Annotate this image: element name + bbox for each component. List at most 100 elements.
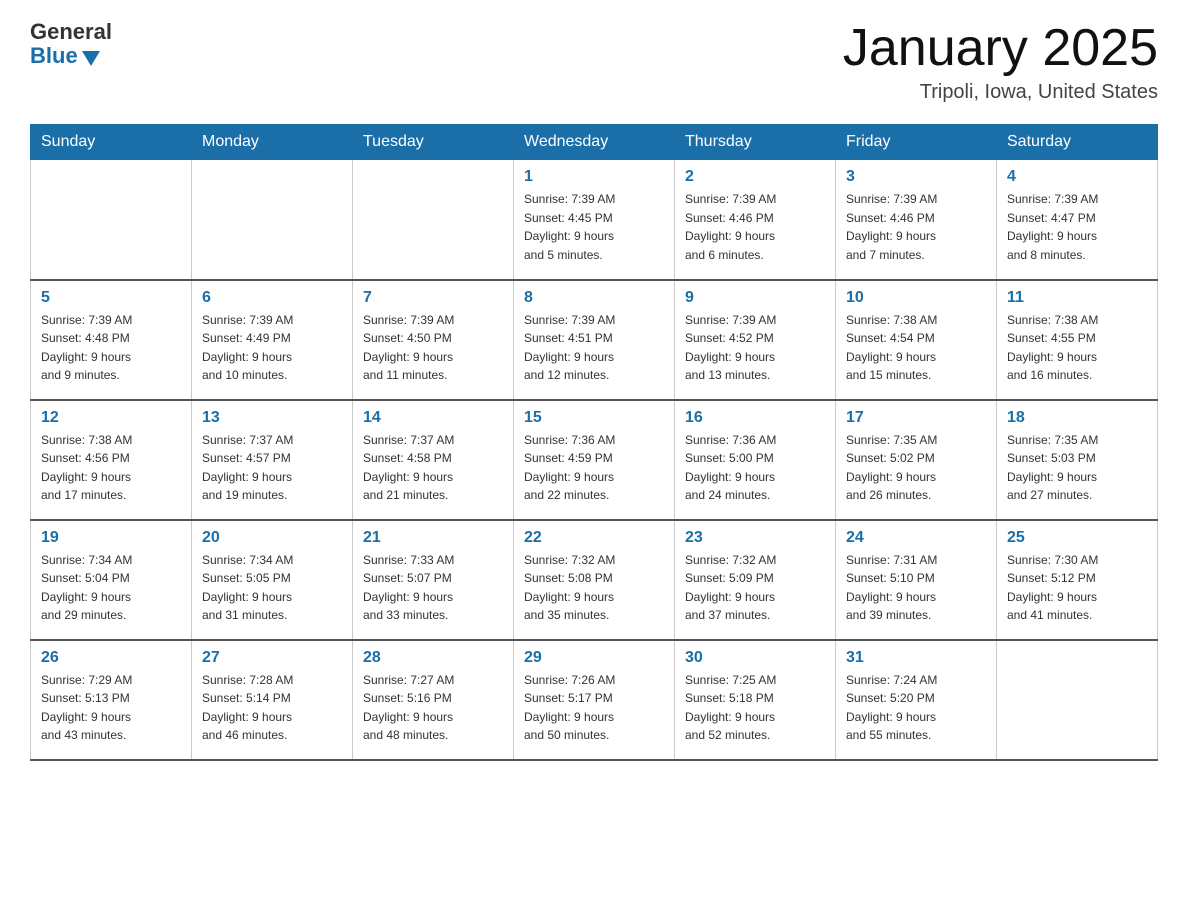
day-info: Sunrise: 7:39 AM Sunset: 4:46 PM Dayligh…: [846, 190, 986, 264]
day-info: Sunrise: 7:37 AM Sunset: 4:58 PM Dayligh…: [363, 431, 503, 505]
day-number: 14: [363, 409, 503, 427]
day-info: Sunrise: 7:30 AM Sunset: 5:12 PM Dayligh…: [1007, 551, 1147, 625]
weekday-header-sunday: Sunday: [31, 125, 192, 160]
calendar-cell: 7Sunrise: 7:39 AM Sunset: 4:50 PM Daylig…: [353, 280, 514, 400]
day-info: Sunrise: 7:39 AM Sunset: 4:45 PM Dayligh…: [524, 190, 664, 264]
day-number: 5: [41, 289, 181, 307]
day-number: 24: [846, 529, 986, 547]
day-info: Sunrise: 7:31 AM Sunset: 5:10 PM Dayligh…: [846, 551, 986, 625]
day-info: Sunrise: 7:34 AM Sunset: 5:04 PM Dayligh…: [41, 551, 181, 625]
calendar-cell: 1Sunrise: 7:39 AM Sunset: 4:45 PM Daylig…: [514, 160, 675, 280]
day-number: 19: [41, 529, 181, 547]
calendar-cell: 19 Sunrise: 7:34 AM Sunset: 5:04 PM Dayli…: [31, 520, 192, 640]
day-info: Sunrise: 7:38 AM Sunset: 4:56 PM Dayligh…: [41, 431, 181, 505]
weekday-header-wednesday: Wednesday: [514, 125, 675, 160]
day-number: 27: [202, 649, 342, 667]
page-header: General Blue January 2025 Tripoli, Iowa,…: [30, 20, 1158, 104]
day-info: Sunrise: 7:37 AM Sunset: 4:57 PM Dayligh…: [202, 431, 342, 505]
day-info: Sunrise: 7:39 AM Sunset: 4:48 PM Dayligh…: [41, 311, 181, 385]
day-number: 26: [41, 649, 181, 667]
day-number: 3: [846, 168, 986, 186]
day-number: 18: [1007, 409, 1147, 427]
calendar-week-row: 19 Sunrise: 7:34 AM Sunset: 5:04 PM Dayli…: [31, 520, 1158, 640]
day-info: Sunrise: 7:39 AM Sunset: 4:51 PM Dayligh…: [524, 311, 664, 385]
calendar-cell: 16 Sunrise: 7:36 AM Sunset: 5:00 PM Dayli…: [675, 400, 836, 520]
weekday-header-tuesday: Tuesday: [353, 125, 514, 160]
calendar-cell: 21Sunrise: 7:33 AM Sunset: 5:07 PM Dayli…: [353, 520, 514, 640]
calendar-week-row: 12 Sunrise: 7:38 AM Sunset: 4:56 PM Dayli…: [31, 400, 1158, 520]
day-number: 10: [846, 289, 986, 307]
calendar-cell: 28Sunrise: 7:27 AM Sunset: 5:16 PM Dayli…: [353, 640, 514, 760]
calendar-cell: 31 Sunrise: 7:24 AM Sunset: 5:20 PM Dayli…: [836, 640, 997, 760]
day-number: 7: [363, 289, 503, 307]
day-number: 23: [685, 529, 825, 547]
day-number: 11: [1007, 289, 1147, 307]
weekday-header-saturday: Saturday: [997, 125, 1158, 160]
day-number: 4: [1007, 168, 1147, 186]
day-number: 2: [685, 168, 825, 186]
day-info: Sunrise: 7:24 AM Sunset: 5:20 PM Dayligh…: [846, 671, 986, 745]
calendar-cell: 13 Sunrise: 7:37 AM Sunset: 4:57 PM Dayli…: [192, 400, 353, 520]
location: Tripoli, Iowa, United States: [843, 81, 1158, 104]
calendar-week-row: 26 Sunrise: 7:29 AM Sunset: 5:13 PM Dayli…: [31, 640, 1158, 760]
calendar-cell: 18 Sunrise: 7:35 AM Sunset: 5:03 PM Dayli…: [997, 400, 1158, 520]
calendar-cell: 5 Sunrise: 7:39 AM Sunset: 4:48 PM Daylig…: [31, 280, 192, 400]
day-info: Sunrise: 7:39 AM Sunset: 4:52 PM Dayligh…: [685, 311, 825, 385]
day-info: Sunrise: 7:36 AM Sunset: 4:59 PM Dayligh…: [524, 431, 664, 505]
calendar-header-row: SundayMondayTuesdayWednesdayThursdayFrid…: [31, 125, 1158, 160]
day-info: Sunrise: 7:32 AM Sunset: 5:08 PM Dayligh…: [524, 551, 664, 625]
calendar-cell: 14 Sunrise: 7:37 AM Sunset: 4:58 PM Dayli…: [353, 400, 514, 520]
calendar-week-row: 5 Sunrise: 7:39 AM Sunset: 4:48 PM Daylig…: [31, 280, 1158, 400]
day-info: Sunrise: 7:34 AM Sunset: 5:05 PM Dayligh…: [202, 551, 342, 625]
day-info: Sunrise: 7:38 AM Sunset: 4:54 PM Dayligh…: [846, 311, 986, 385]
day-info: Sunrise: 7:35 AM Sunset: 5:03 PM Dayligh…: [1007, 431, 1147, 505]
day-number: 6: [202, 289, 342, 307]
day-info: Sunrise: 7:36 AM Sunset: 5:00 PM Dayligh…: [685, 431, 825, 505]
calendar-table: SundayMondayTuesdayWednesdayThursdayFrid…: [30, 124, 1158, 761]
day-number: 12: [41, 409, 181, 427]
calendar-cell: 15Sunrise: 7:36 AM Sunset: 4:59 PM Dayli…: [514, 400, 675, 520]
calendar-cell: 8Sunrise: 7:39 AM Sunset: 4:51 PM Daylig…: [514, 280, 675, 400]
calendar-cell: 6 Sunrise: 7:39 AM Sunset: 4:49 PM Daylig…: [192, 280, 353, 400]
calendar-cell: 10 Sunrise: 7:38 AM Sunset: 4:54 PM Dayli…: [836, 280, 997, 400]
day-info: Sunrise: 7:29 AM Sunset: 5:13 PM Dayligh…: [41, 671, 181, 745]
calendar-cell: 27 Sunrise: 7:28 AM Sunset: 5:14 PM Dayli…: [192, 640, 353, 760]
day-info: Sunrise: 7:39 AM Sunset: 4:46 PM Dayligh…: [685, 190, 825, 264]
day-number: 31: [846, 649, 986, 667]
calendar-cell: 4 Sunrise: 7:39 AM Sunset: 4:47 PM Daylig…: [997, 160, 1158, 280]
day-number: 28: [363, 649, 503, 667]
day-number: 9: [685, 289, 825, 307]
logo-triangle-icon: [82, 51, 100, 66]
calendar-cell: 2 Sunrise: 7:39 AM Sunset: 4:46 PM Daylig…: [675, 160, 836, 280]
day-number: 25: [1007, 529, 1147, 547]
day-number: 20: [202, 529, 342, 547]
day-info: Sunrise: 7:26 AM Sunset: 5:17 PM Dayligh…: [524, 671, 664, 745]
title-block: January 2025 Tripoli, Iowa, United State…: [843, 20, 1158, 104]
day-number: 22: [524, 529, 664, 547]
day-number: 29: [524, 649, 664, 667]
calendar-cell: 17Sunrise: 7:35 AM Sunset: 5:02 PM Dayli…: [836, 400, 997, 520]
calendar-cell: [31, 160, 192, 280]
day-number: 13: [202, 409, 342, 427]
calendar-cell: 30Sunrise: 7:25 AM Sunset: 5:18 PM Dayli…: [675, 640, 836, 760]
logo: General Blue: [30, 20, 112, 68]
calendar-cell: 9 Sunrise: 7:39 AM Sunset: 4:52 PM Daylig…: [675, 280, 836, 400]
calendar-cell: 11 Sunrise: 7:38 AM Sunset: 4:55 PM Dayli…: [997, 280, 1158, 400]
day-number: 16: [685, 409, 825, 427]
calendar-cell: 29 Sunrise: 7:26 AM Sunset: 5:17 PM Dayli…: [514, 640, 675, 760]
day-info: Sunrise: 7:39 AM Sunset: 4:49 PM Dayligh…: [202, 311, 342, 385]
weekday-header-monday: Monday: [192, 125, 353, 160]
calendar-cell: 3 Sunrise: 7:39 AM Sunset: 4:46 PM Daylig…: [836, 160, 997, 280]
weekday-header-friday: Friday: [836, 125, 997, 160]
day-info: Sunrise: 7:39 AM Sunset: 4:47 PM Dayligh…: [1007, 190, 1147, 264]
calendar-cell: [997, 640, 1158, 760]
day-number: 21: [363, 529, 503, 547]
calendar-cell: 22 Sunrise: 7:32 AM Sunset: 5:08 PM Dayli…: [514, 520, 675, 640]
logo-general: General: [30, 20, 112, 44]
logo-blue: Blue: [30, 44, 78, 68]
day-info: Sunrise: 7:38 AM Sunset: 4:55 PM Dayligh…: [1007, 311, 1147, 385]
calendar-cell: 12 Sunrise: 7:38 AM Sunset: 4:56 PM Dayli…: [31, 400, 192, 520]
day-info: Sunrise: 7:28 AM Sunset: 5:14 PM Dayligh…: [202, 671, 342, 745]
day-info: Sunrise: 7:35 AM Sunset: 5:02 PM Dayligh…: [846, 431, 986, 505]
day-info: Sunrise: 7:32 AM Sunset: 5:09 PM Dayligh…: [685, 551, 825, 625]
